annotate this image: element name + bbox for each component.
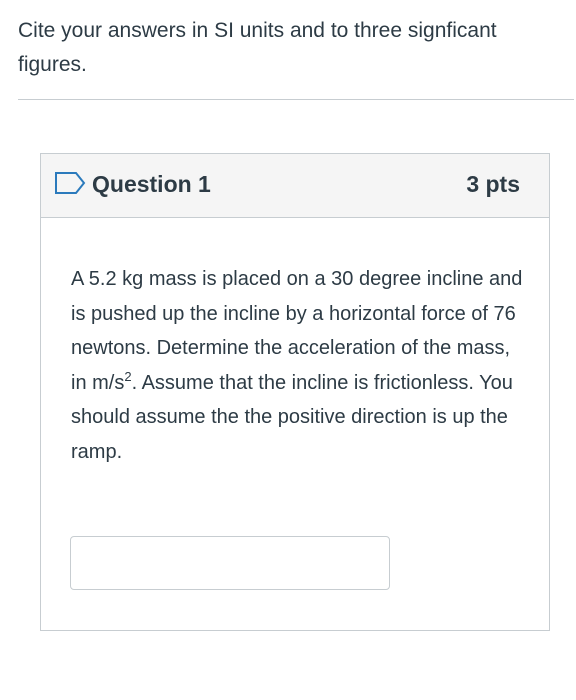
answer-input[interactable] — [70, 536, 390, 590]
question-title: Question 1 — [92, 171, 211, 197]
quiz-instructions: Cite your answers in SI units and to thr… — [18, 14, 558, 82]
question-points: 3 pts — [466, 171, 520, 197]
question-card: Question 1 3 pts A 5.2 kg mass is placed… — [40, 153, 550, 631]
question-text: A 5.2 kg mass is placed on a 30 degree i… — [71, 262, 531, 469]
instructions-line-1: Cite your answers in SI units and to thr… — [18, 19, 497, 42]
flag-question-icon[interactable] — [54, 171, 86, 195]
instructions-line-2: figures. — [18, 53, 87, 76]
question-header: Question 1 3 pts — [41, 154, 549, 218]
unit-exponent: 2 — [124, 368, 132, 384]
question-text-continued: . Assume that the incline is frictionles… — [71, 371, 513, 463]
section-divider — [18, 99, 574, 100]
